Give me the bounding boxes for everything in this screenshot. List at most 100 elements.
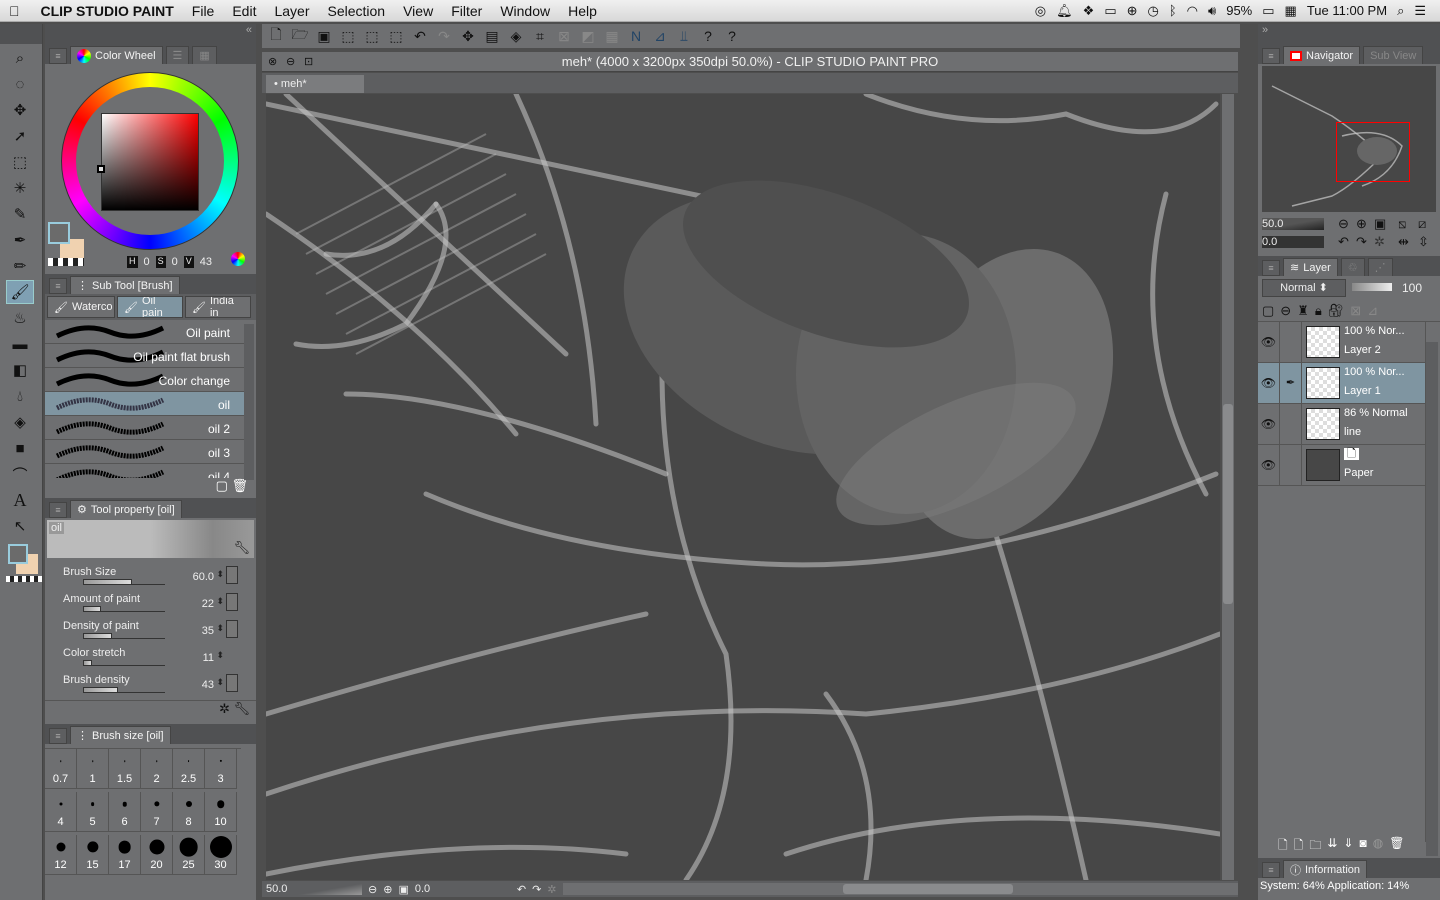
navigator-zoom-value[interactable]: 50.0: [1262, 218, 1324, 230]
input-menu-icon[interactable]: ▦: [1285, 3, 1297, 19]
tab-color-set[interactable]: ▦: [192, 46, 217, 64]
brush-size-cell[interactable]: 17: [109, 835, 141, 875]
navigator-flip-v-icon[interactable]: ⇳: [1418, 234, 1429, 250]
reset-rotation-icon[interactable]: ✲: [547, 883, 556, 896]
brush-size-cell[interactable]: 20: [141, 835, 173, 875]
reset-icon[interactable]: ✲: [219, 701, 230, 716]
brush-item[interactable]: oil 3: [45, 440, 244, 464]
sv-cursor[interactable]: [97, 165, 105, 173]
stepper-icon[interactable]: ⬍: [216, 623, 224, 634]
panel-menu-icon[interactable]: ≡: [49, 728, 67, 744]
editing-pen-icon[interactable]: ✒: [1280, 363, 1302, 403]
clip-icon[interactable]: ⊖: [1280, 303, 1291, 319]
transform-icon[interactable]: ✥: [458, 26, 478, 46]
collapse-right-dock-icon[interactable]: »: [1258, 24, 1440, 44]
panel-menu-icon[interactable]: ≡: [1262, 862, 1280, 878]
zoom-tool-icon[interactable]: ⌕: [6, 46, 34, 70]
rotate-left-icon[interactable]: ↶: [517, 883, 526, 896]
brush-size-cell[interactable]: 15: [77, 835, 109, 875]
group-india-ink[interactable]: 🖌︎ India in: [185, 296, 251, 318]
visibility-eye-icon[interactable]: 👁︎: [1258, 363, 1280, 403]
stepper-icon[interactable]: ⬍: [216, 569, 224, 580]
clock[interactable]: Tue 11:00 PM: [1307, 3, 1387, 18]
visibility-eye-icon[interactable]: 👁︎: [1258, 445, 1280, 485]
tab-color-wheel[interactable]: Color Wheel: [70, 46, 163, 64]
tab-color-slider[interactable]: ☰: [165, 46, 190, 64]
transparent-color-swatch[interactable]: [6, 576, 42, 582]
tab-navigator[interactable]: Navigator: [1283, 46, 1361, 64]
brush-item[interactable]: oil 2: [45, 416, 244, 440]
brush-size-cell[interactable]: 1: [77, 749, 109, 789]
lasso-tool-icon[interactable]: ◌: [6, 72, 34, 96]
brush-size-cell[interactable]: 10: [205, 792, 237, 832]
lock-slot[interactable]: [1280, 322, 1302, 362]
new-folder-icon[interactable]: 🗀: [1309, 836, 1321, 857]
deselect-icon[interactable]: ⊠: [554, 26, 574, 46]
correct-line-tool-icon[interactable]: ↖: [6, 514, 34, 538]
property-slider[interactable]: [83, 633, 165, 639]
navigator-zoom-in-icon[interactable]: ⊕: [1356, 216, 1367, 232]
menu-selection[interactable]: Selection: [319, 3, 395, 19]
brush-tool-icon[interactable]: 🖌︎: [6, 280, 34, 304]
menu-view[interactable]: View: [394, 3, 442, 19]
spotlight-icon[interactable]: ⌕: [1397, 3, 1404, 19]
undo-icon[interactable]: ↶: [410, 26, 430, 46]
brush-item[interactable]: oil: [45, 392, 244, 416]
navigator-reset-rotation-icon[interactable]: ✲: [1374, 234, 1385, 250]
apple-icon[interactable]: : [0, 3, 29, 19]
zoom-in-icon[interactable]: ⊕: [383, 883, 392, 896]
time-machine-icon[interactable]: ◷: [1148, 3, 1159, 19]
bluetooth-icon[interactable]: ᛒ: [1169, 3, 1177, 18]
panel-menu-icon[interactable]: ≡: [1262, 260, 1280, 276]
operation-tool-icon[interactable]: ➚: [6, 124, 34, 148]
figure-tool-icon[interactable]: ⌒: [6, 462, 34, 486]
maximize-window-icon[interactable]: ⊡: [304, 55, 313, 68]
tab-tool-property[interactable]: ⚙ Tool property [oil]: [70, 500, 182, 518]
visibility-eye-icon[interactable]: 👁︎: [1258, 404, 1280, 444]
tab-layer-property[interactable]: ♲: [1340, 258, 1365, 276]
brush-size-cell[interactable]: 6: [109, 792, 141, 832]
brush-item[interactable]: Oil paint: [45, 320, 244, 344]
menu-filter[interactable]: Filter: [442, 3, 491, 19]
stepper-icon[interactable]: ⬍: [216, 650, 224, 661]
merge-down-icon[interactable]: ⇊: [1327, 836, 1337, 857]
main-color-swatch[interactable]: [8, 544, 28, 564]
tab-layer[interactable]: ≋ Layer: [1283, 258, 1338, 276]
gradient-tool-icon[interactable]: ■: [6, 436, 34, 460]
lock-slot[interactable]: [1280, 404, 1302, 444]
stepper-icon[interactable]: ⬍: [216, 596, 224, 607]
lock-icon[interactable]: 🔒︎: [1315, 303, 1322, 319]
property-value[interactable]: 43: [202, 679, 214, 691]
navigator-fit-icon[interactable]: ▣: [1374, 216, 1386, 232]
horizontal-scroll-thumb[interactable]: [842, 884, 1013, 894]
pressure-icon[interactable]: [226, 620, 238, 638]
property-value[interactable]: 11: [203, 652, 214, 664]
navigator-rotate-right-icon[interactable]: ↷: [1356, 234, 1367, 250]
battery-percent[interactable]: 95%: [1226, 3, 1252, 18]
brush-size-cell[interactable]: 7: [141, 792, 173, 832]
layer-row[interactable]: 👁︎ 🗋 Paper: [1258, 445, 1425, 486]
fill-icon[interactable]: ◈: [506, 26, 526, 46]
transparent-swatch[interactable]: [48, 258, 84, 266]
fill-tool-icon[interactable]: ◈: [6, 410, 34, 434]
new-raster-layer-icon[interactable]: 🗋: [1278, 836, 1288, 857]
panel-menu-icon[interactable]: ≡: [49, 48, 67, 64]
panel-menu-icon[interactable]: ≡: [49, 502, 67, 518]
navigator-rotation-value[interactable]: 0.0: [1262, 236, 1324, 248]
close-window-icon[interactable]: ⊗: [268, 55, 277, 68]
tab-sub-view[interactable]: Sub View: [1363, 46, 1424, 64]
delete-layer-icon[interactable]: 🗑︎: [1389, 836, 1404, 857]
property-slider[interactable]: [83, 660, 165, 666]
property-slider[interactable]: [83, 606, 165, 612]
brush-size-cell[interactable]: 2: [141, 749, 173, 789]
redo-icon[interactable]: ↷: [434, 26, 454, 46]
tab-sub-tool[interactable]: ⋮ Sub Tool [Brush]: [70, 276, 180, 294]
wrench-icon[interactable]: 🔧︎: [233, 701, 250, 716]
merge-visible-icon[interactable]: ⇓: [1343, 836, 1353, 857]
tab-meh[interactable]: • meh*: [266, 75, 364, 93]
minimize-window-icon[interactable]: ⊖: [286, 55, 295, 68]
canvas-horizontal-scrollbar[interactable]: [562, 883, 1238, 895]
pen-tool-icon[interactable]: ✒: [6, 228, 34, 252]
airplay-icon[interactable]: ▭: [1104, 3, 1116, 19]
brush-size-cell[interactable]: 25: [173, 835, 205, 875]
